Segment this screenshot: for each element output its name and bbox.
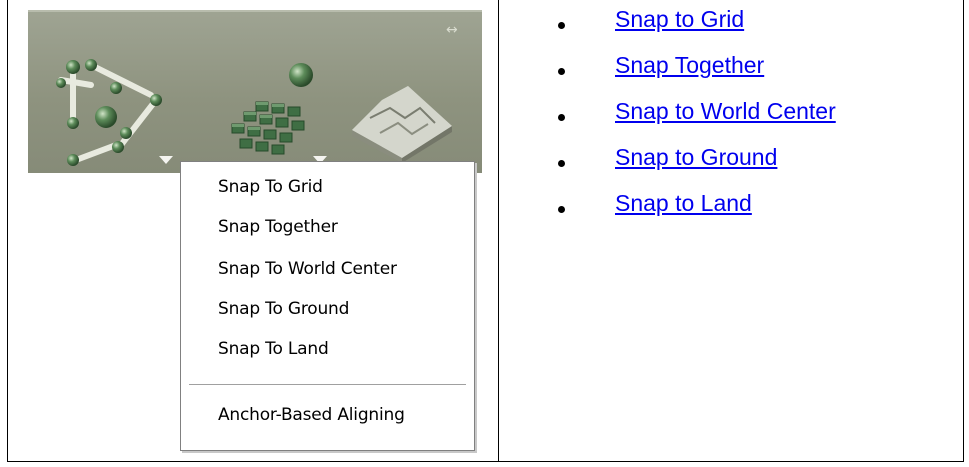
snap-context-menu: Snap To Grid Snap Together Snap To World… [180,161,475,451]
terrain-block-icon[interactable] [350,78,455,163]
link-snap-together[interactable]: Snap Together [615,52,764,79]
link-snap-to-land[interactable]: Snap to Land [615,190,752,217]
menu-separator [189,384,466,386]
bullet-icon [558,68,565,75]
resize-arrows-icon[interactable]: ↔ [446,22,458,38]
sphere-icon[interactable] [286,60,316,90]
document-table: ↔ Snap To Grid Snap Together Snap To Wor… [7,0,964,462]
snap-toolbar-image: ↔ [28,10,482,173]
menu-item-snap-to-land[interactable]: Snap To Land [218,339,329,359]
link-snap-to-world-center[interactable]: Snap to World Center [615,98,836,125]
grid-blocks-icon[interactable] [226,98,316,163]
bullet-icon [558,160,565,167]
menu-item-snap-to-grid[interactable]: Snap To Grid [218,177,323,197]
menu-item-anchor-based-aligning[interactable]: Anchor-Based Aligning [218,405,405,425]
dropdown-caret-icon[interactable] [159,156,173,164]
molecule-snap-icon[interactable] [46,45,186,170]
link-snap-to-ground[interactable]: Snap to Ground [615,144,777,171]
link-snap-to-grid[interactable]: Snap to Grid [615,6,744,33]
menu-item-snap-to-world-center[interactable]: Snap To World Center [218,259,397,279]
bullet-icon [558,114,565,121]
toolbar-border [28,10,482,12]
menu-item-snap-together[interactable]: Snap Together [218,217,338,237]
bullet-icon [558,22,565,29]
bullet-icon [558,206,565,213]
cell-divider [498,0,499,461]
menu-item-snap-to-ground[interactable]: Snap To Ground [218,299,349,319]
